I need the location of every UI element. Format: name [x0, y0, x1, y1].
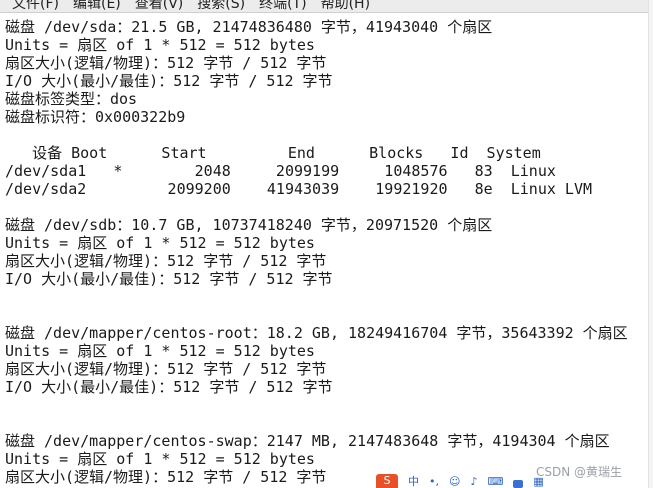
terminal-line: I/O 大小(最小/最佳)：512 字节 / 512 字节 [5, 270, 333, 288]
menu-help[interactable]: 帮助(H) [321, 0, 370, 13]
scrollbar[interactable] [648, 0, 653, 488]
terminal-line: 磁盘 /dev/mapper/centos-swap：2147 MB, 2147… [5, 432, 610, 450]
menu-bar: 文件(F) 编辑(E) 查看(V) 搜索(S) 终端(T) 帮助(H) [0, 0, 653, 13]
terminal-line: I/O 大小(最小/最佳)：512 字节 / 512 字节 [5, 72, 333, 90]
terminal-line: 扇区大小(逻辑/物理)：512 字节 / 512 字节 [5, 360, 327, 378]
menu-terminal[interactable]: 终端(T) [259, 0, 306, 13]
terminal-line: Units = 扇区 of 1 * 512 = 512 bytes [5, 234, 315, 252]
ime-toolbar: S 中 •, ☺ ♪ ⌨ ▦ [376, 474, 653, 488]
menu-file[interactable]: 文件(F) [12, 0, 59, 13]
terminal-line: 扇区大小(逻辑/物理)：512 字节 / 512 字节 [5, 252, 327, 270]
keyboard-icon[interactable]: ⌨ [488, 476, 504, 488]
terminal-line: 磁盘 /dev/sda：21.5 GB, 21474836480 字节，4194… [5, 18, 493, 36]
menu-search[interactable]: 搜索(S) [197, 0, 245, 13]
terminal-line: 设备 Boot Start End Blocks Id System [5, 144, 541, 162]
terminal-line: /dev/sda2 2099200 41943039 19921920 8e L… [5, 180, 592, 198]
menu-edit[interactable]: 编辑(E) [73, 0, 121, 13]
ime-logo-icon[interactable]: S [376, 474, 398, 488]
terminal-line: I/O 大小(最小/最佳)：512 字节 / 512 字节 [5, 378, 333, 396]
ime-language-indicator[interactable]: 中 [408, 476, 419, 488]
terminal-line: 磁盘标签类型：dos [5, 90, 138, 108]
terminal-line: /dev/sda1 * 2048 2099199 1048576 83 Linu… [5, 162, 556, 180]
terminal-line: 磁盘 /dev/mapper/centos-root：18.2 GB, 1824… [5, 324, 628, 342]
terminal-line: 扇区大小(逻辑/物理)：512 字节 / 512 字节 [5, 54, 327, 72]
apps-icon[interactable]: ▦ [533, 476, 543, 488]
voice-icon[interactable]: ♪ [470, 476, 477, 488]
terminal-line: Units = 扇区 of 1 * 512 = 512 bytes [5, 342, 315, 360]
terminal-line: 扇区大小(逻辑/物理)：512 字节 / 512 字节 [5, 468, 327, 486]
terminal-line: Units = 扇区 of 1 * 512 = 512 bytes [5, 450, 315, 468]
skin-icon[interactable] [513, 480, 524, 488]
terminal-line: 磁盘 /dev/sdb：10.7 GB, 10737418240 字节，2097… [5, 216, 493, 234]
terminal-line: Units = 扇区 of 1 * 512 = 512 bytes [5, 36, 315, 54]
emoji-icon[interactable]: ☺ [449, 476, 460, 488]
terminal-line: 磁盘标识符：0x000322b9 [5, 108, 186, 126]
punctuation-icon[interactable]: •, [429, 476, 439, 488]
menu-view[interactable]: 查看(V) [135, 0, 184, 13]
